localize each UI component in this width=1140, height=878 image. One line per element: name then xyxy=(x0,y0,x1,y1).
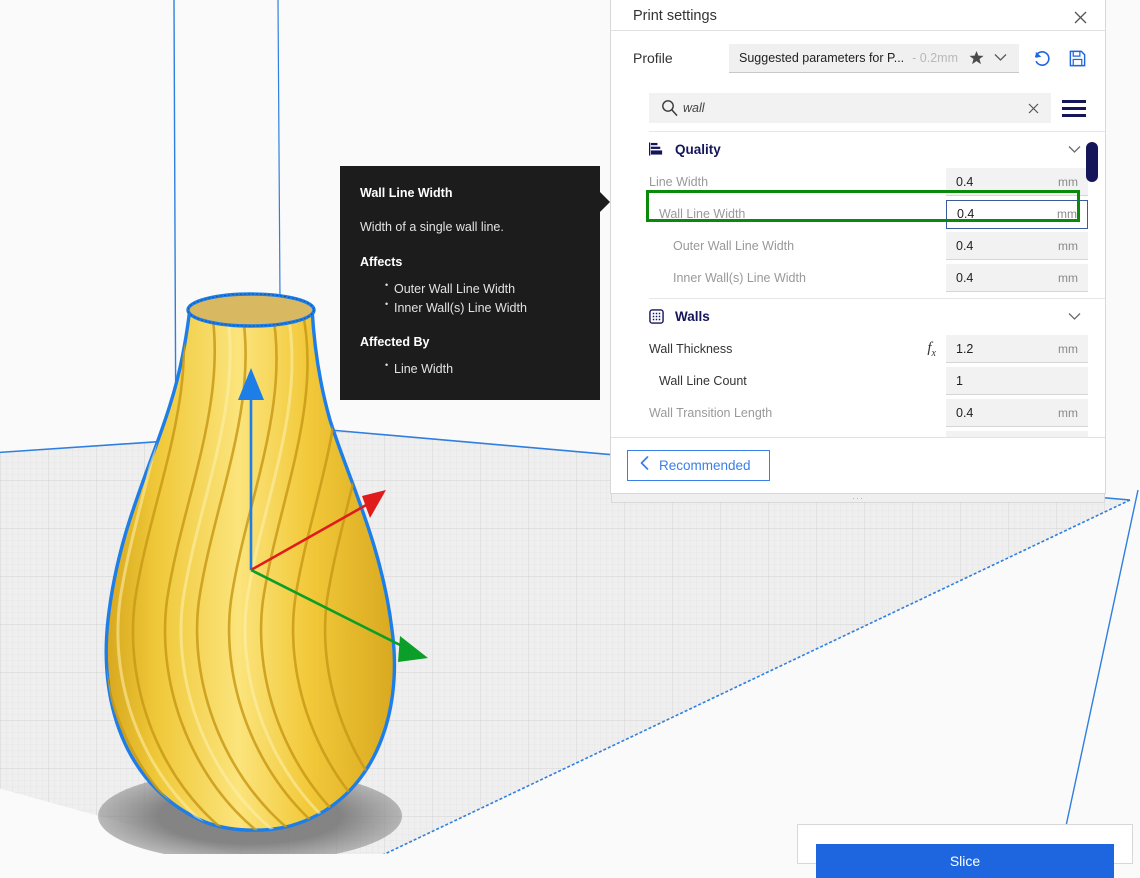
panel-footer: Recommended xyxy=(611,437,1105,493)
setting-row-wall-line-width[interactable]: Wall Line Width 0.4 mm xyxy=(649,198,1105,230)
setting-label: Wall Transition Length xyxy=(649,406,772,420)
search-row xyxy=(611,85,1105,131)
save-icon[interactable] xyxy=(1063,44,1091,72)
setting-value: 0.4 xyxy=(956,239,973,253)
setting-unit: mm xyxy=(1057,207,1077,221)
formula-icon[interactable]: fx xyxy=(927,340,936,359)
setting-value-field[interactable]: 0.4 mm xyxy=(946,168,1088,196)
profile-layer-height: - 0.2mm xyxy=(912,51,958,65)
category-label: Walls xyxy=(675,309,710,324)
profile-name: Suggested parameters for P... xyxy=(739,51,904,65)
tooltip-affects-list: Outer Wall Line Width Inner Wall(s) Line… xyxy=(360,280,580,316)
search-icon xyxy=(661,99,679,122)
tooltip-affects-heading: Affects xyxy=(360,253,580,271)
setting-value-field[interactable]: 0.4 mm xyxy=(946,264,1088,292)
tooltip-arrow xyxy=(600,192,610,212)
setting-value-field[interactable]: 1 xyxy=(946,367,1088,395)
settings-scroll-area[interactable]: Quality Line Width 0.4 mm Wall Line Widt… xyxy=(611,131,1105,437)
setting-label: Outer Wall Line Width xyxy=(649,239,794,253)
list-item: Line Width xyxy=(394,360,580,378)
star-icon[interactable] xyxy=(963,50,994,65)
setting-value-field[interactable]: 0.4 mm xyxy=(946,399,1088,427)
recommended-button-label: Recommended xyxy=(659,458,751,473)
setting-row[interactable]: Wall Line Count 1 xyxy=(649,365,1105,397)
setting-label: Wall Thickness xyxy=(649,342,732,356)
setting-label: Line Width xyxy=(649,175,708,189)
panel-resize-grip[interactable]: ··· xyxy=(611,494,1105,503)
setting-unit: mm xyxy=(1058,271,1078,285)
setting-value: 0.4 xyxy=(956,271,973,285)
chevron-down-icon[interactable] xyxy=(994,53,1013,62)
slice-button-label: Slice xyxy=(950,853,980,869)
tooltip-description: Width of a single wall line. xyxy=(360,218,580,236)
setting-value: 0.4 xyxy=(957,207,974,221)
profile-dropdown[interactable]: Suggested parameters for P... - 0.2mm xyxy=(729,44,1019,73)
hamburger-icon[interactable] xyxy=(1057,93,1091,123)
search-input[interactable] xyxy=(681,100,1023,116)
setting-unit: mm xyxy=(1058,239,1078,253)
search-box[interactable] xyxy=(649,93,1051,123)
setting-row[interactable]: Line Width 0.4 mm xyxy=(649,166,1105,198)
setting-value: 0.4 xyxy=(956,406,973,420)
tooltip-affected-by-list: Line Width xyxy=(360,360,580,378)
setting-tooltip: Wall Line Width Width of a single wall l… xyxy=(340,166,600,400)
chevron-down-icon[interactable] xyxy=(1068,312,1081,321)
settings-scrollbar[interactable] xyxy=(1086,137,1098,431)
setting-value: 0.4 xyxy=(956,175,973,189)
setting-value: 1.2 xyxy=(956,342,973,356)
list-item: Outer Wall Line Width xyxy=(394,280,580,298)
close-icon[interactable] xyxy=(1069,6,1091,28)
chevron-left-icon xyxy=(640,456,649,475)
slice-panel: Slice xyxy=(797,824,1133,864)
setting-value-field[interactable]: 0.4 mm xyxy=(946,200,1088,229)
setting-label: Wall Line Width xyxy=(649,207,745,221)
revert-icon[interactable] xyxy=(1027,44,1055,72)
setting-row[interactable]: Outer Wall Line Width 0.4 mm xyxy=(649,230,1105,262)
print-settings-panel: Print settings Profile Suggested paramet… xyxy=(610,0,1106,494)
category-header-quality[interactable]: Quality xyxy=(649,131,1105,166)
clear-search-icon[interactable] xyxy=(1023,98,1043,118)
page-title: Print settings xyxy=(633,8,717,24)
slice-button[interactable]: Slice xyxy=(816,844,1114,878)
walls-grid-icon xyxy=(649,309,671,324)
profile-label: Profile xyxy=(633,50,729,66)
category-header-walls[interactable]: Walls xyxy=(649,298,1105,333)
chevron-down-icon[interactable] xyxy=(1068,145,1081,154)
settings-list: Quality Line Width 0.4 mm Wall Line Widt… xyxy=(611,131,1105,437)
setting-unit: mm xyxy=(1058,406,1078,420)
tooltip-affected-by-heading: Affected By xyxy=(360,333,580,351)
list-item: Inner Wall(s) Line Width xyxy=(394,299,580,317)
setting-unit: mm xyxy=(1058,342,1078,356)
setting-value-field[interactable]: 0.4 mm xyxy=(946,232,1088,260)
setting-unit: mm xyxy=(1058,175,1078,189)
tooltip-title: Wall Line Width xyxy=(360,184,580,202)
setting-row[interactable]: Inner Wall(s) Line Width 0.4 mm xyxy=(649,262,1105,294)
setting-row[interactable]: Wall Thickness fx 1.2 mm xyxy=(649,333,1105,365)
setting-value: 1 xyxy=(956,374,963,388)
grip-dots: ··· xyxy=(852,496,864,500)
panel-header: Print settings xyxy=(611,0,1105,31)
setting-value-field[interactable]: 1 xyxy=(946,431,1088,437)
profile-row: Profile Suggested parameters for P... - … xyxy=(611,31,1105,85)
setting-label: Inner Wall(s) Line Width xyxy=(649,271,806,285)
recommended-button[interactable]: Recommended xyxy=(627,450,770,481)
setting-value-field[interactable]: 1.2 mm xyxy=(946,335,1088,363)
quality-layers-icon xyxy=(649,142,671,157)
setting-label: Wall Line Count xyxy=(649,374,747,388)
setting-row[interactable]: Wall Distribution Count 1 xyxy=(649,429,1105,437)
scrollbar-thumb[interactable] xyxy=(1086,142,1098,182)
category-label: Quality xyxy=(675,142,721,157)
setting-row[interactable]: Wall Transition Length 0.4 mm xyxy=(649,397,1105,429)
